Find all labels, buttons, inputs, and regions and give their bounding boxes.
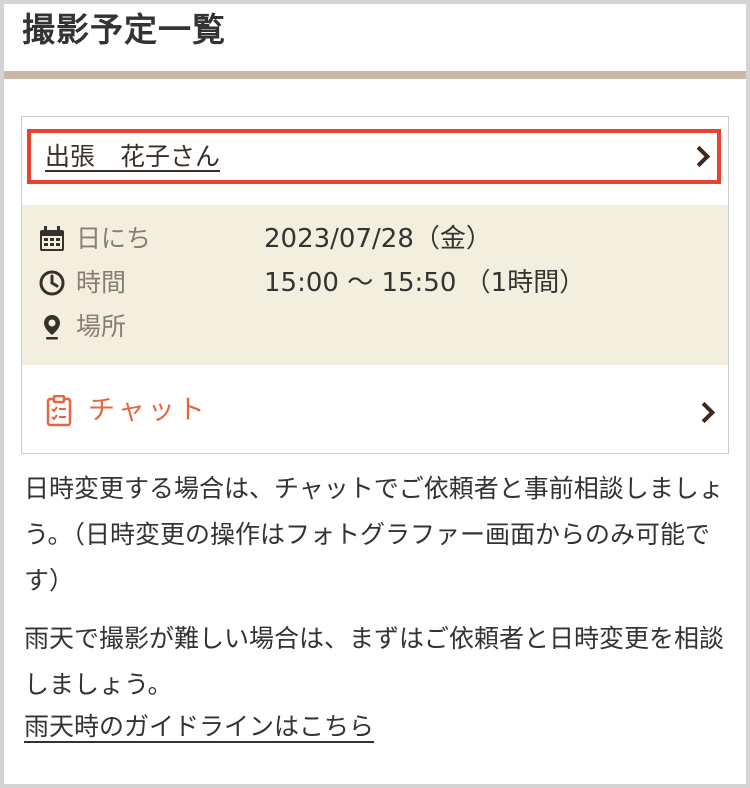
clipboard-icon [46, 395, 72, 427]
chevron-right-icon [688, 145, 711, 168]
header-divider [4, 71, 746, 79]
page-title: 撮影予定一覧 [22, 10, 226, 49]
chevron-right-icon [693, 401, 716, 424]
rain-notice: 雨天で撮影が難しい場合は、まずはご依頼者と日時変更を相談しましょう。 [24, 624, 725, 699]
date-label: 日にち [76, 224, 152, 253]
chat-link-row[interactable]: チャット [22, 373, 728, 453]
chat-label: チャット [88, 395, 208, 426]
time-value: 15:00 〜 15:50 （1時間） [264, 268, 586, 298]
time-row: 時間 15:00 〜 15:50 （1時間） [38, 265, 718, 301]
clock-icon [39, 270, 65, 296]
reschedule-notice: 日時変更する場合は、チャットでご依頼者と事前相談しましょう。（日時変更の操作はフ… [24, 474, 724, 595]
page-header: 撮影予定一覧 [4, 4, 746, 72]
time-label: 時間 [76, 268, 127, 297]
client-name-link[interactable]: 出張 花子さん [45, 141, 220, 173]
rain-guideline-link[interactable]: 雨天時のガイドラインはこちら [24, 704, 374, 750]
appointment-details: 日にち 2023/07/28（金） 時間 15:00 〜 15:50 （1時間）… [22, 205, 728, 365]
place-row: 場所 [38, 309, 718, 345]
appointment-card: 出張 花子さん 日にち 2023/07/28（金） 時間 15:00 〜 15:… [21, 116, 729, 454]
location-pin-icon [44, 315, 60, 340]
app-frame: 撮影予定一覧 出張 花子さん 日にち 2023/07/28（金） 時間 15:0… [0, 0, 750, 788]
calendar-icon [40, 226, 64, 251]
client-name-row[interactable]: 出張 花子さん [27, 129, 721, 184]
date-value: 2023/07/28（金） [264, 224, 492, 254]
place-label: 場所 [76, 312, 127, 341]
date-row: 日にち 2023/07/28（金） [38, 221, 718, 257]
